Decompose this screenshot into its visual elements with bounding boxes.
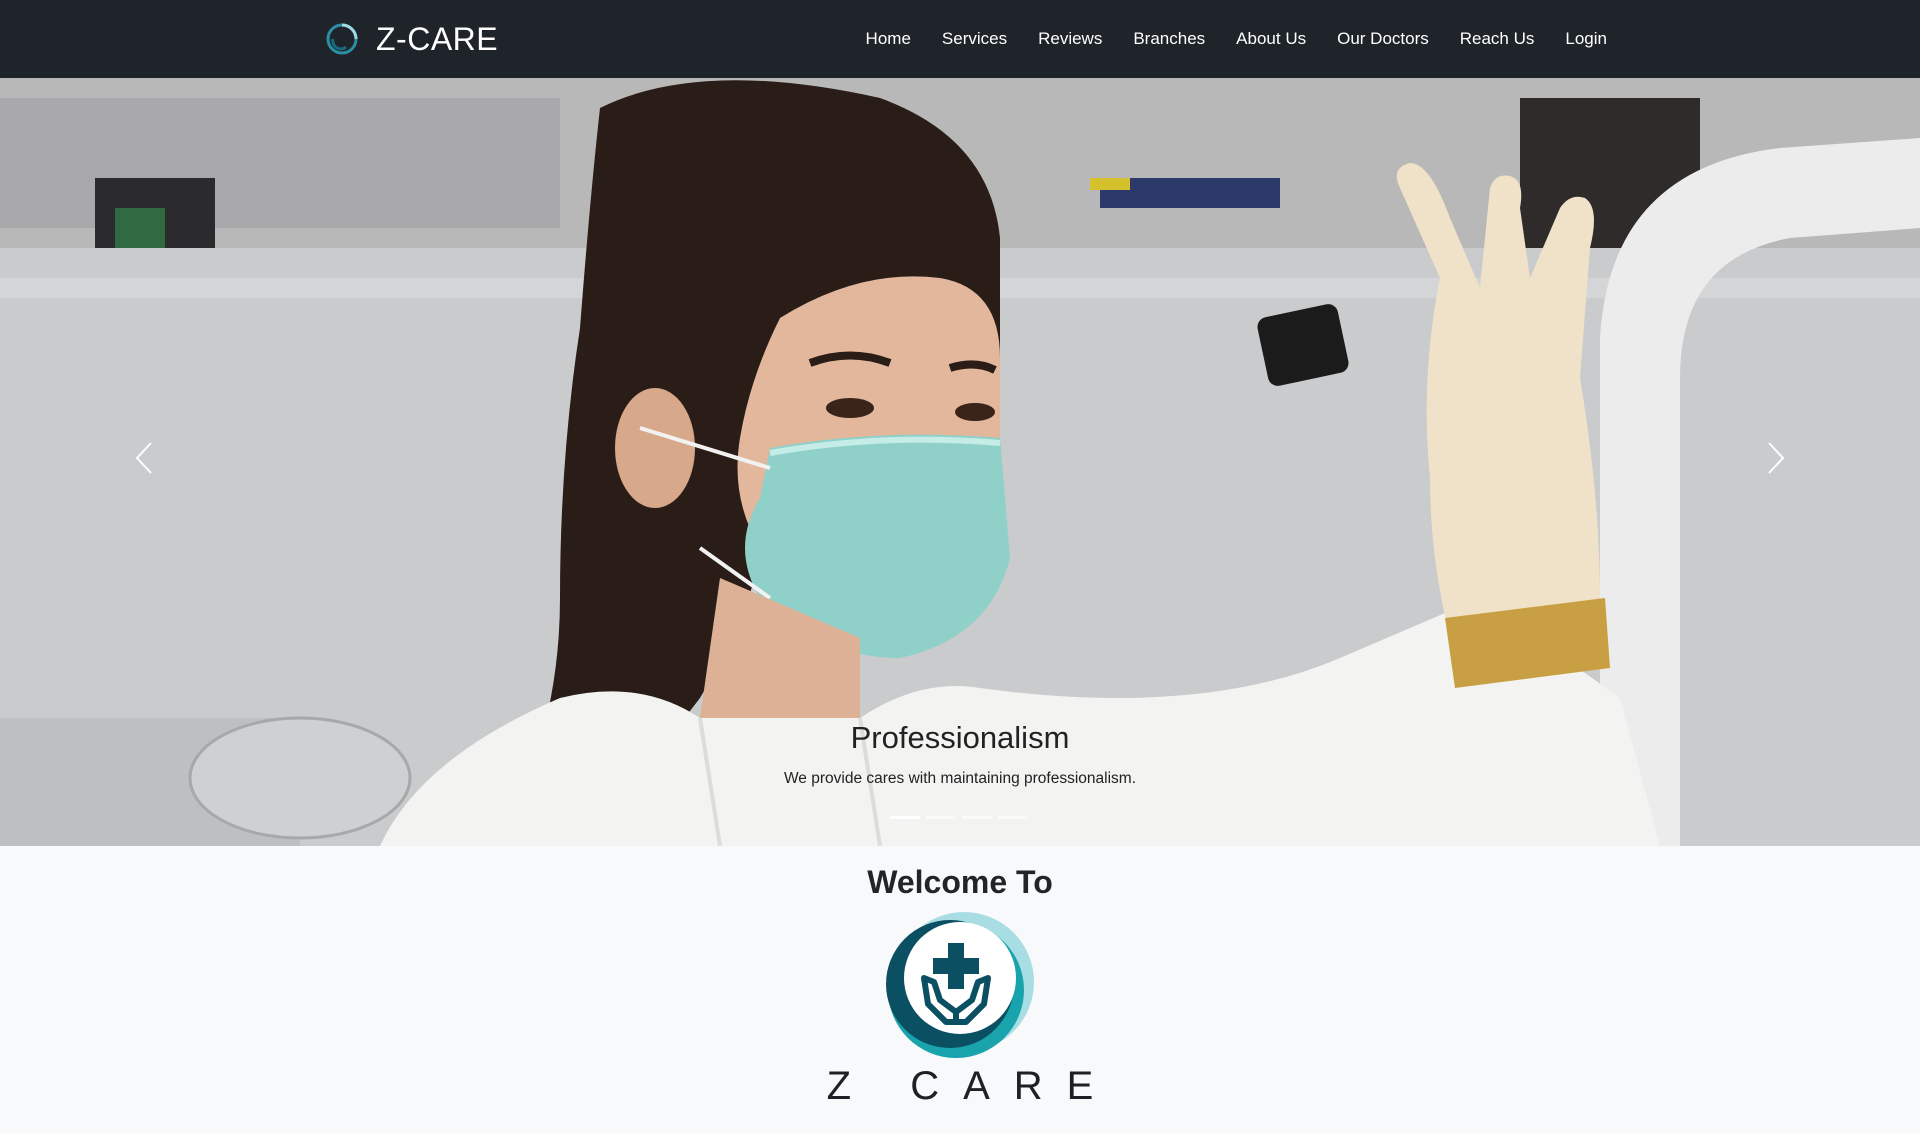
carousel-indicators [890,816,1034,819]
logo-ring-icon [326,23,358,55]
nav-our-doctors[interactable]: Our Doctors [1337,29,1429,49]
nav-services[interactable]: Services [942,29,1007,49]
carousel-indicator-4[interactable] [998,816,1028,819]
carousel-caption-title: Professionalism [850,720,1070,755]
carousel-next-button[interactable] [1746,418,1806,498]
welcome-section: Welcome To Z CARE [0,846,1920,1133]
nav-about-us[interactable]: About Us [1236,29,1306,49]
carousel-indicator-2[interactable] [926,816,956,819]
navbar: Z-CARE Home Services Reviews Branches Ab… [0,0,1920,78]
nav-branches[interactable]: Branches [1133,29,1205,49]
nav-login[interactable]: Login [1565,29,1607,49]
nav-reviews[interactable]: Reviews [1038,29,1102,49]
brand-link[interactable]: Z-CARE [324,14,498,64]
hero-carousel: Professionalism We provide cares with ma… [0,78,1920,846]
nav-reach-us[interactable]: Reach Us [1460,29,1535,49]
chevron-left-icon [135,442,152,474]
nav-home[interactable]: Home [866,29,911,49]
brand-name: Z-CARE [376,20,499,57]
carousel-indicator-1[interactable] [890,816,920,819]
carousel-caption-text: We provide cares with maintaining profes… [783,770,1137,787]
carousel-indicator-3[interactable] [962,816,992,819]
medical-cross-hands-logo [886,912,1034,1058]
main-nav: Home Services Reviews Branches About Us … [866,0,1607,78]
welcome-title: Welcome To [867,864,1053,900]
carousel-prev-button[interactable] [114,418,174,498]
welcome-brand-name: Z CARE [826,1064,1118,1108]
chevron-right-icon [1768,442,1785,474]
